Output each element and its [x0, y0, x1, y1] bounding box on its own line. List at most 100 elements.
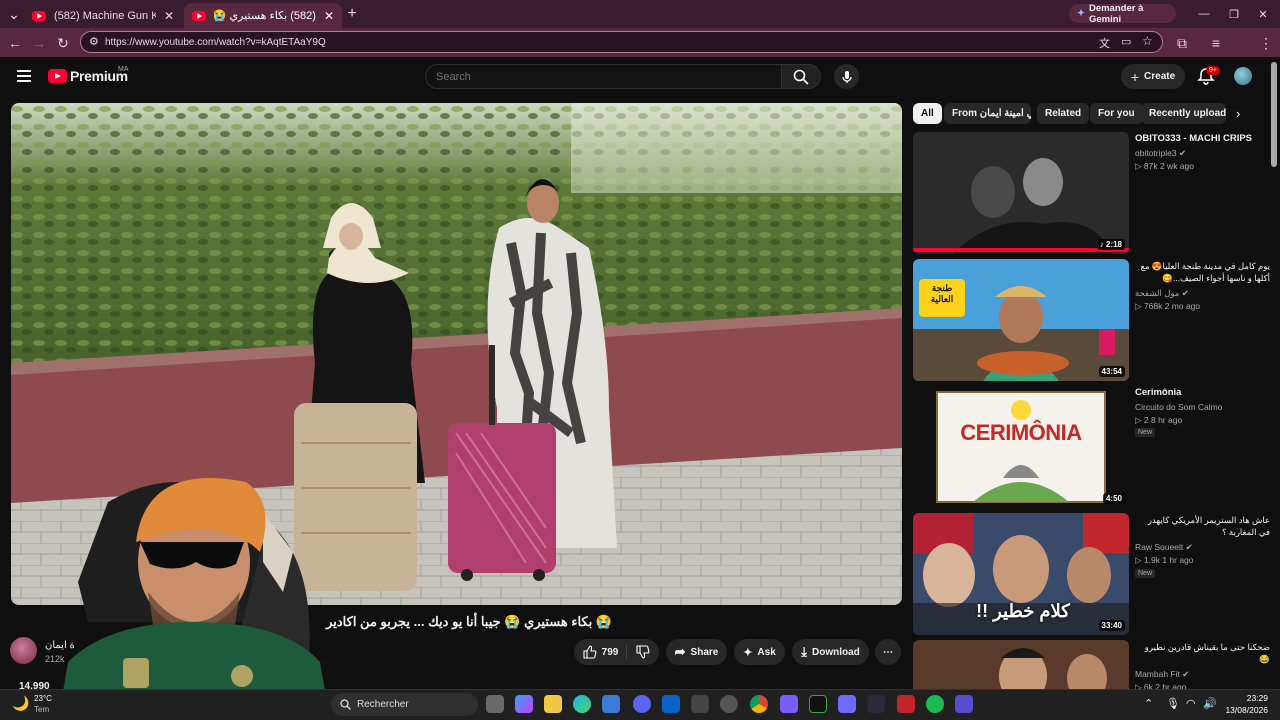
edge-icon[interactable] [573, 695, 591, 713]
youtube-premium-logo[interactable]: Premium MA [48, 66, 129, 84]
close-tab-icon[interactable]: ✕ [324, 9, 334, 23]
recommended-thumbnail[interactable]: كلام خطير !! 33:40 [913, 513, 1129, 635]
weather-widget[interactable]: 23°C Tem [34, 693, 52, 715]
app-icon[interactable] [867, 695, 885, 713]
channel-name-text: obitotriple3 [1135, 148, 1177, 158]
moon-weather-icon[interactable]: 🌙 [12, 695, 29, 712]
channel-subscribers: 212k [45, 654, 65, 664]
tray-chevron-icon[interactable]: ⌃ [1144, 697, 1153, 710]
chip-recently-uploaded[interactable]: Recently uploaded [1141, 103, 1226, 124]
app-icon[interactable] [838, 695, 856, 713]
weather-temp: 23°C [34, 694, 52, 703]
discord-icon[interactable] [633, 695, 651, 713]
recommended-title[interactable]: عاش هاد الستريمر الأمريكي كايهدر في المغ… [1135, 514, 1270, 538]
back-icon[interactable]: ← [5, 33, 25, 53]
task-view-icon[interactable] [486, 695, 504, 713]
game-icon[interactable] [780, 695, 798, 713]
create-button[interactable]: + Create [1121, 64, 1185, 89]
gemini-button[interactable]: ✦ Demander à Gemini [1069, 3, 1176, 25]
taskbar-search[interactable]: Rechercher [331, 693, 478, 716]
cast-icon[interactable]: ▭ [1121, 35, 1131, 48]
microphone-icon [841, 70, 852, 83]
search-button[interactable] [781, 64, 821, 89]
like-button[interactable]: 799 [583, 645, 628, 659]
maximize-button[interactable]: ❐ [1224, 4, 1244, 24]
media-control-icon[interactable]: ≡ [1206, 33, 1226, 53]
recommended-title[interactable]: يوم كامل في مدينة طنجة العليا😍 مع أكلها … [1135, 260, 1270, 284]
more-actions-button[interactable]: ⋯ [875, 639, 901, 665]
volume-icon[interactable]: 🔊 [1203, 697, 1217, 710]
minimize-button[interactable]: — [1194, 4, 1214, 24]
recommended-channel[interactable]: obitotriple3 ✔ [1135, 148, 1186, 159]
chrome-icon[interactable] [750, 695, 768, 713]
app-icon[interactable] [691, 695, 709, 713]
reload-icon[interactable]: ↻ [53, 33, 73, 53]
nvidia-icon[interactable] [809, 695, 827, 713]
recommended-thumbnail[interactable]: CERIMÔNIA 4:50 [913, 386, 1129, 508]
chip-related[interactable]: Related [1037, 103, 1090, 124]
streamer-webcam-overlay [58, 478, 330, 720]
recommended-channel[interactable]: Raw Soueelt ✔ [1135, 542, 1193, 553]
chrome-menu-icon[interactable]: ⋮ [1256, 33, 1276, 53]
account-avatar[interactable] [1234, 67, 1252, 85]
app-icon[interactable] [955, 695, 973, 713]
recommended-title[interactable]: Cerimônia [1135, 387, 1270, 399]
address-bar[interactable]: ⚙ https://www.youtube.com/watch?v=kAqtET… [80, 31, 1163, 53]
video-title-text: 😭 بكاء هستيري 😭 جيبا أنا يو ديك ... يجرب… [326, 614, 612, 629]
bookmark-star-icon[interactable]: ☆ [1142, 34, 1153, 48]
forward-icon[interactable]: → [29, 33, 49, 53]
search-input[interactable] [425, 64, 782, 89]
chips-next-arrow-icon[interactable]: › [1236, 106, 1240, 121]
youtube-favicon-icon [32, 10, 46, 21]
search-icon [793, 69, 809, 85]
thumbs-down-icon[interactable] [636, 645, 650, 659]
translate-icon[interactable]: 文 [1099, 35, 1110, 51]
recommended-thumbnail[interactable]: طنجة العالية 43:54 [913, 259, 1129, 381]
new-tab-button[interactable]: + [342, 4, 362, 24]
channel-name[interactable]: ة ايمان [45, 640, 75, 651]
spotify-icon[interactable] [926, 695, 944, 713]
download-button[interactable]: ⤓ Download [792, 639, 869, 665]
thumbnail-image [913, 259, 1129, 381]
tab-active-video[interactable]: (582) بكاء هستيري 😭 جيبا أنا يو ✕ [184, 3, 342, 28]
recommended-meta: ▷ 87k 2 wk ago [1135, 161, 1194, 171]
chip-label: Recently uploaded [1149, 108, 1226, 119]
hamburger-menu-icon[interactable] [17, 70, 31, 82]
voice-search-button[interactable] [834, 64, 859, 89]
store-icon[interactable] [602, 695, 620, 713]
chip-all[interactable]: All [913, 103, 942, 124]
verified-icon: ✔ [1181, 288, 1189, 298]
tab-label: (582) بكاء هستيري 😭 جيبا أنا يو [214, 10, 316, 22]
copilot-icon[interactable] [515, 695, 533, 713]
channel-avatar[interactable] [10, 637, 37, 664]
site-info-icon[interactable]: ⚙ [89, 35, 99, 48]
tab-machine-gun-kelly[interactable]: (582) Machine Gun Kelly "Rap D ✕ [24, 3, 182, 28]
recommended-title[interactable]: ضحكنا حتى ما بقيناش قادرين نطيرو 😂 [1135, 641, 1270, 665]
chip-from-channel[interactable]: From خالي امينة ايمان [944, 103, 1031, 124]
share-button[interactable]: ➦ Share [666, 639, 727, 665]
recommended-title[interactable]: OBITO333 - MACHI CRIPS [1135, 133, 1270, 145]
wifi-icon[interactable]: ◠ [1186, 697, 1196, 710]
ask-button[interactable]: ✦ Ask [734, 639, 785, 665]
file-explorer-icon[interactable] [544, 695, 562, 713]
recommended-channel[interactable]: Circuito do Som Calmo [1135, 402, 1222, 412]
app-icon[interactable] [720, 695, 738, 713]
page-scrollbar[interactable] [1271, 62, 1277, 167]
outlook-icon[interactable] [662, 695, 680, 713]
netflix-icon[interactable] [897, 695, 915, 713]
tab-search-icon[interactable]: ⌄ [4, 4, 24, 24]
recommended-channel[interactable]: مول الشفحة ✔ [1135, 288, 1189, 299]
duration-badge: ♪ 2:18 [1096, 239, 1125, 250]
create-label: Create [1144, 71, 1176, 82]
chip-for-you[interactable]: For you [1090, 103, 1143, 124]
extensions-icon[interactable]: ⧉ [1172, 33, 1192, 53]
close-window-button[interactable]: ✕ [1253, 4, 1273, 24]
chip-label: All [921, 108, 934, 119]
close-tab-icon[interactable]: ✕ [164, 9, 174, 23]
recommended-channel[interactable]: Mambah Fit ✔ [1135, 669, 1189, 680]
microphone-tray-icon[interactable]: 🎙 [1166, 697, 1180, 710]
recommended-thumbnail[interactable]: ♪ 2:18 [913, 132, 1129, 254]
taskbar-clock[interactable]: 23:29 13/08/2026 [1218, 692, 1268, 716]
recommended-thumbnail[interactable] [913, 640, 1129, 689]
chip-label: Related [1045, 108, 1082, 119]
